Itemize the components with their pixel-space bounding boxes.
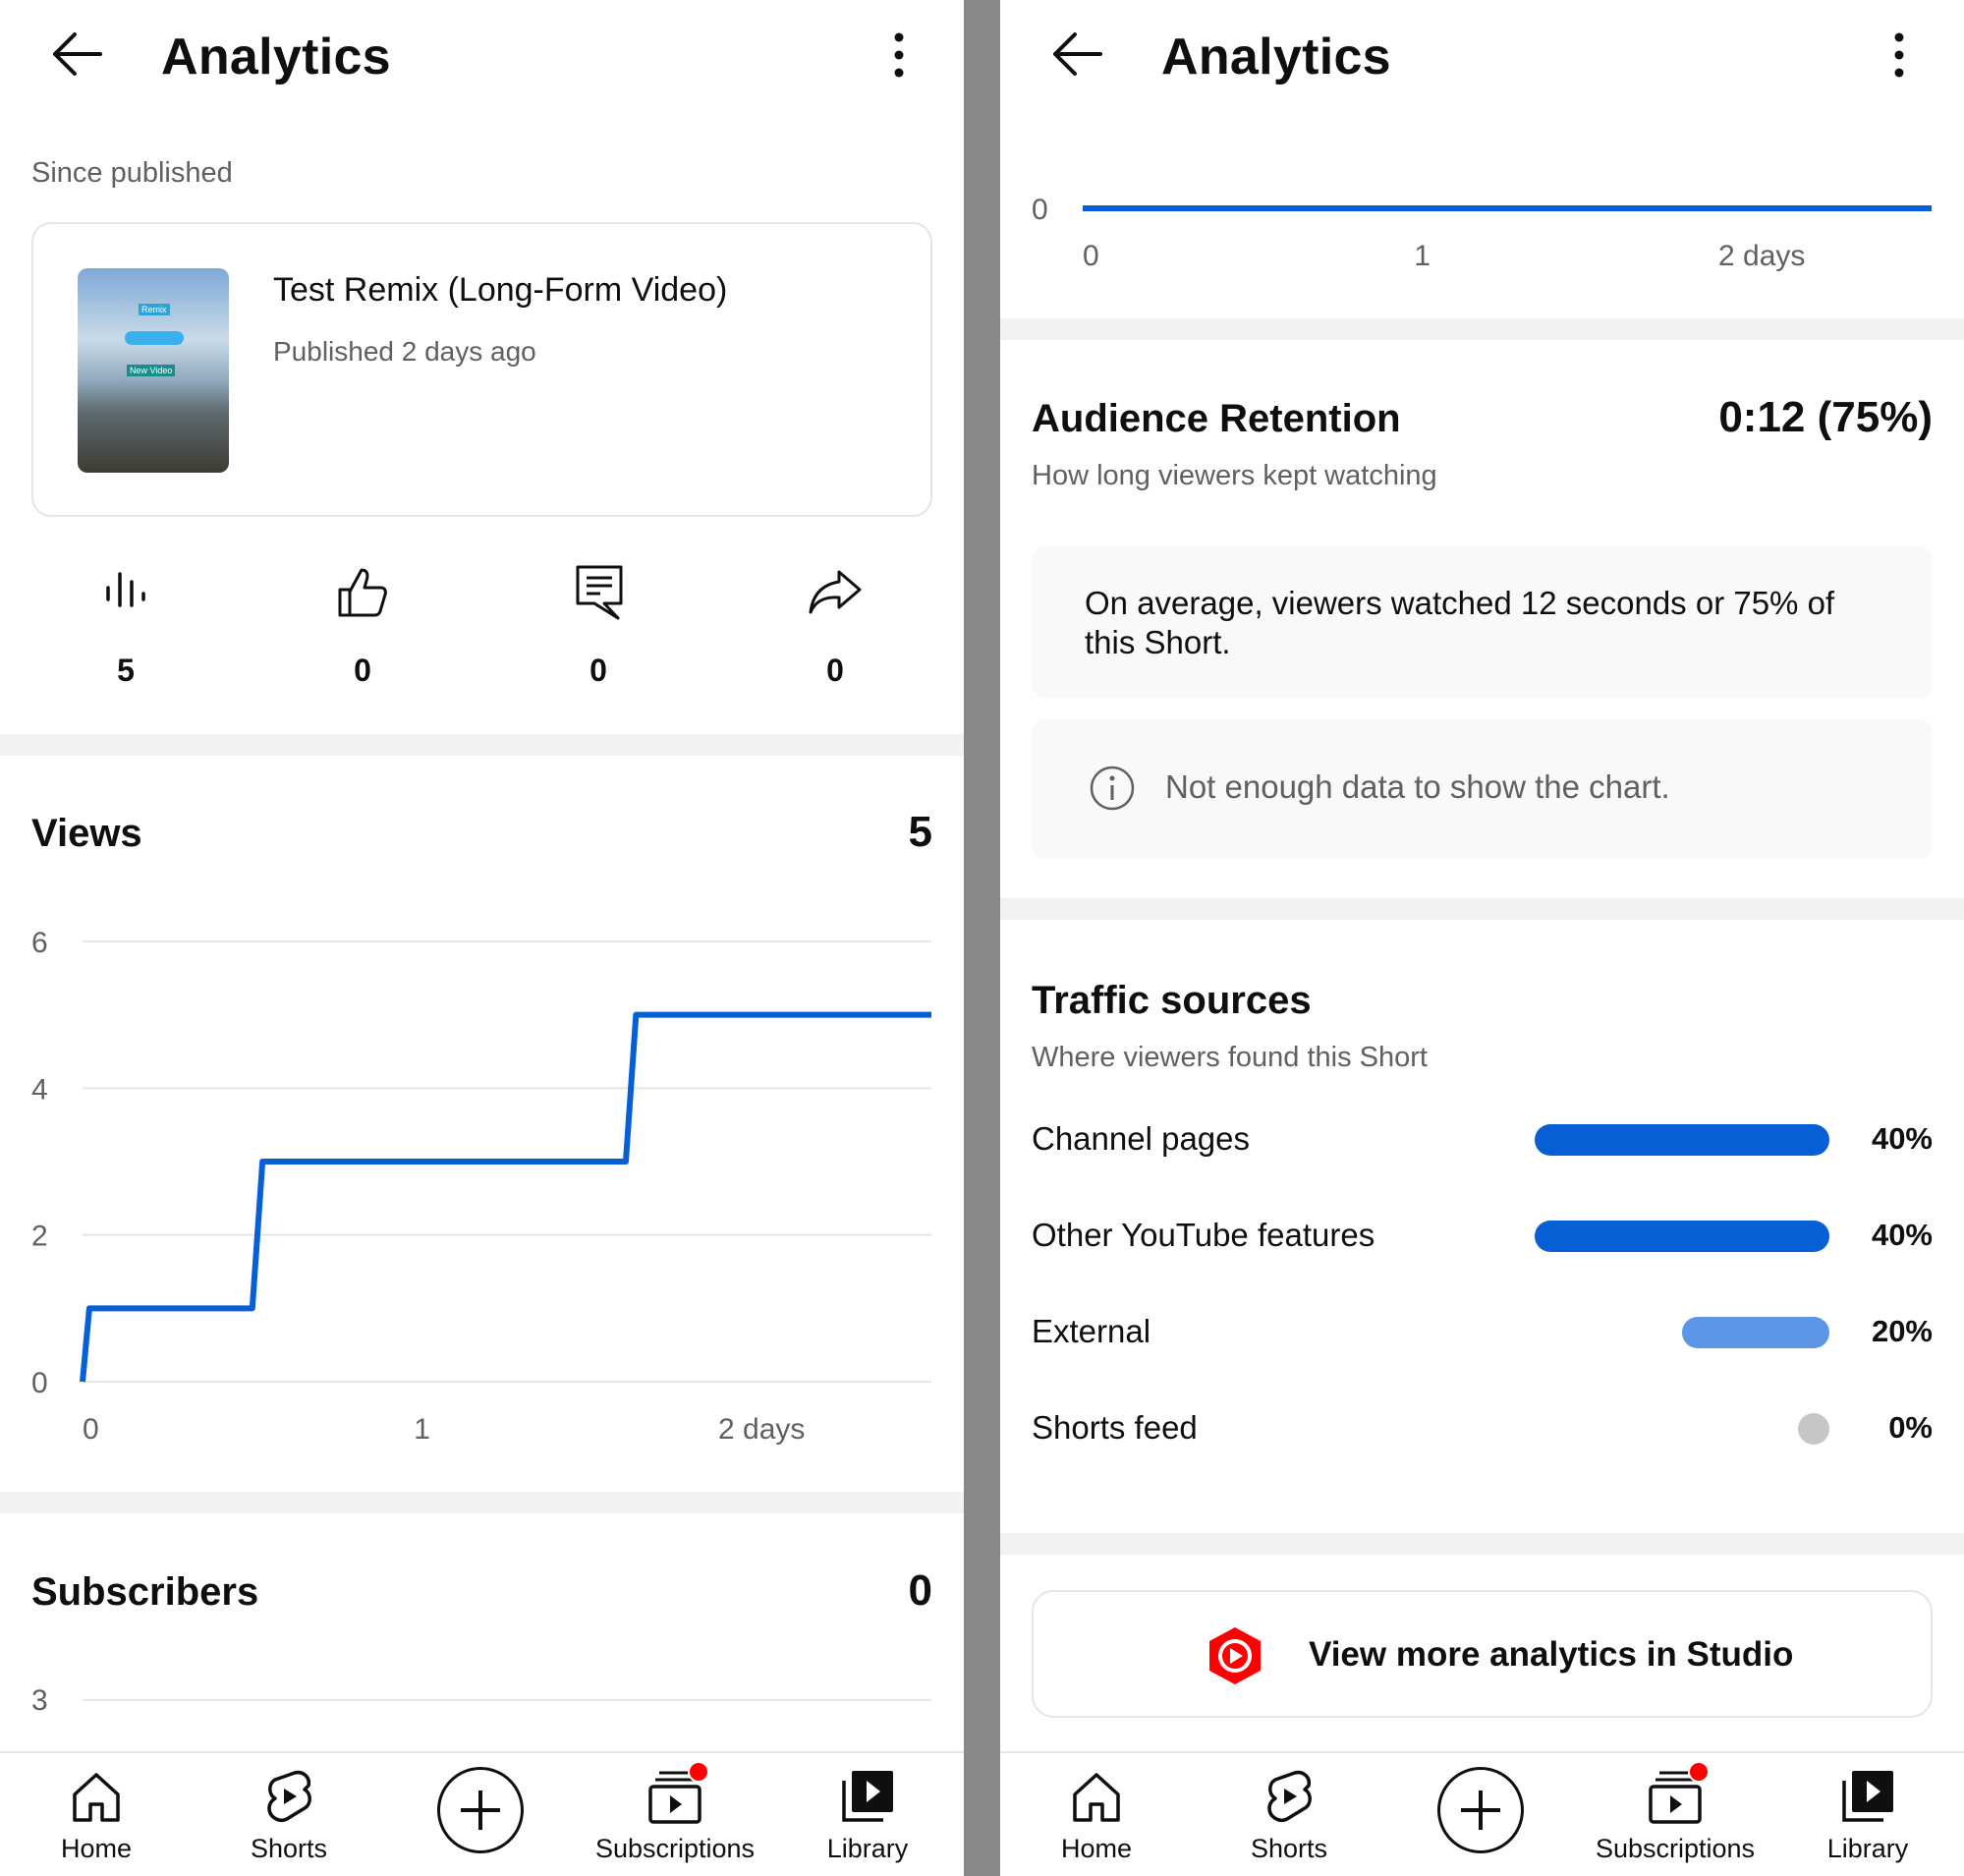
subscribers-gridline [83, 1699, 931, 1701]
retention-summary-text: On average, viewers watched 12 seconds o… [1085, 585, 1835, 660]
top-chart-y-tick: 0 [1032, 194, 1048, 226]
nav-shorts-label: Shorts [1250, 1834, 1328, 1863]
section-divider [0, 1492, 964, 1513]
subscribers-title: Subscribers [31, 1570, 259, 1614]
no-data-text: Not enough data to show the chart. [1165, 768, 1670, 805]
section-divider [0, 734, 964, 756]
bottom-nav: Home Shorts Subscriptions Library [1000, 1751, 1964, 1876]
retention-value: 0:12 (75%) [1718, 393, 1933, 441]
no-data-box: Not enough data to show the chart. [1032, 719, 1933, 859]
video-published: Published 2 days ago [273, 336, 536, 367]
library-icon [842, 1771, 893, 1822]
nav-shorts-label: Shorts [250, 1834, 328, 1863]
thumbs-up-icon[interactable] [336, 566, 389, 619]
share-icon[interactable] [808, 568, 863, 615]
video-thumbnail[interactable]: Remix New Video [78, 268, 229, 473]
section-divider [1000, 1533, 1964, 1555]
section-divider [1000, 898, 1964, 920]
subscribers-value: 0 [908, 1566, 932, 1615]
back-arrow-icon[interactable] [1049, 29, 1104, 79]
notification-dot [688, 1761, 709, 1783]
comments-count: 0 [589, 653, 607, 688]
thumb-remix-label: Remix [139, 304, 170, 315]
traffic-source-percent: 40% [1871, 1121, 1933, 1156]
traffic-source-percent: 0% [1888, 1410, 1933, 1445]
views-value: 5 [908, 808, 932, 856]
view-in-studio-button[interactable]: View more analytics in Studio [1032, 1590, 1933, 1718]
nav-library-label: Library [1826, 1834, 1909, 1863]
back-arrow-icon[interactable] [49, 29, 104, 79]
studio-button-label: View more analytics in Studio [1309, 1635, 1794, 1674]
traffic-source-bar [1798, 1413, 1829, 1445]
traffic-source-bar [1535, 1124, 1829, 1156]
since-published-label: Since published [31, 157, 233, 189]
traffic-source-label: Channel pages [1032, 1120, 1251, 1157]
nav-home-label: Home [60, 1834, 133, 1863]
more-options-icon[interactable] [884, 31, 914, 79]
nav-home-label: Home [1060, 1834, 1133, 1863]
shorts-icon [1267, 1770, 1312, 1822]
views-y-tick: 4 [31, 1073, 48, 1106]
create-button[interactable] [1437, 1767, 1524, 1853]
thumb-cloud-shape [125, 331, 184, 345]
notification-dot [1688, 1761, 1710, 1783]
left-panel: Analytics Since published Remix New Vide… [0, 0, 964, 1876]
info-icon [1090, 766, 1135, 811]
bottom-nav: Home Shorts Subscriptions Library [0, 1751, 964, 1876]
retention-subtitle: How long viewers kept watching [1032, 460, 1437, 491]
home-icon [73, 1773, 120, 1822]
traffic-source-percent: 40% [1871, 1218, 1933, 1252]
video-title: Test Remix (Long-Form Video) [273, 271, 728, 309]
nav-library-label: Library [826, 1834, 909, 1863]
right-panel: Analytics 0 0 1 2 days Audience Retention 0… [1000, 0, 1964, 1876]
views-title: Views [31, 812, 142, 855]
retention-summary-box: On average, viewers watched 12 seconds o… [1032, 546, 1933, 698]
nav-subscriptions-label: Subscriptions [1595, 1834, 1756, 1863]
views-y-tick: 0 [31, 1367, 48, 1399]
section-divider [1000, 318, 1964, 340]
top-chart-x-tick: 1 [1414, 240, 1431, 272]
plus-icon [1461, 1791, 1500, 1830]
create-button[interactable] [437, 1767, 524, 1853]
views-count: 5 [117, 653, 135, 688]
shorts-icon [267, 1770, 311, 1822]
views-x-tick: 0 [83, 1413, 99, 1446]
views-chart: 0 2 4 6 0 1 2 days [31, 927, 931, 1446]
library-icon [1842, 1771, 1893, 1822]
plus-icon [461, 1791, 500, 1830]
views-x-tick: 1 [414, 1413, 430, 1446]
traffic-source-label: External [1032, 1313, 1151, 1349]
video-card[interactable]: Remix New Video Test Remix (Long-Form Vi… [31, 222, 932, 517]
likes-count: 0 [354, 653, 371, 688]
traffic-source-bar [1682, 1317, 1829, 1348]
top-chart: 0 0 1 2 days [1032, 194, 1932, 272]
shares-count: 0 [826, 653, 844, 688]
nav-subscriptions-label: Subscriptions [594, 1834, 756, 1863]
views-y-tick: 2 [31, 1221, 48, 1253]
page-title: Analytics [1161, 28, 1391, 85]
traffic-source-percent: 20% [1871, 1314, 1933, 1348]
views-x-tick: 2 days [718, 1413, 805, 1446]
comments-icon[interactable] [575, 564, 624, 621]
traffic-source-label: Other YouTube features [1032, 1217, 1375, 1253]
traffic-source-bar [1535, 1221, 1829, 1252]
traffic-title: Traffic sources [1032, 979, 1312, 1022]
thumb-new-video-label: New Video [127, 365, 176, 376]
top-chart-x-tick: 2 days [1718, 240, 1805, 272]
subscribers-axis-label: 3 [31, 1684, 48, 1717]
studio-logo-icon [1209, 1627, 1261, 1684]
home-icon [1073, 1773, 1120, 1822]
views-bar-icon[interactable] [104, 568, 147, 611]
page-title: Analytics [161, 28, 391, 85]
traffic-source-label: Shorts feed [1032, 1409, 1198, 1446]
top-chart-x-tick: 0 [1083, 240, 1099, 272]
traffic-subtitle: Where viewers found this Short [1032, 1042, 1428, 1073]
more-options-icon[interactable] [1884, 31, 1914, 79]
retention-title: Audience Retention [1032, 397, 1401, 440]
views-series-line [80, 1011, 931, 1383]
views-y-tick: 6 [31, 927, 48, 959]
